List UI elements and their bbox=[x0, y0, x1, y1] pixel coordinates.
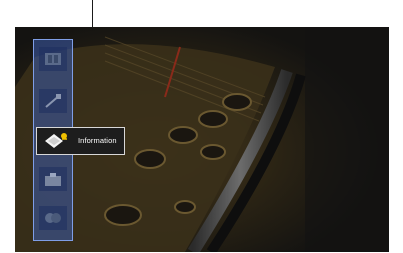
network-icon bbox=[45, 213, 61, 223]
menu-item-setup[interactable] bbox=[39, 167, 67, 191]
menu-item-network[interactable] bbox=[39, 206, 67, 230]
menu-item-speaker-settings[interactable] bbox=[39, 89, 67, 113]
information-label: Information bbox=[78, 136, 117, 145]
menu-item-scene[interactable] bbox=[39, 47, 67, 71]
speaker-settings-icon bbox=[45, 94, 61, 108]
menu-item-information[interactable]: Information bbox=[36, 127, 125, 155]
setup-icon bbox=[45, 173, 61, 186]
scene-icon bbox=[45, 53, 61, 65]
information-icon bbox=[45, 133, 67, 148]
